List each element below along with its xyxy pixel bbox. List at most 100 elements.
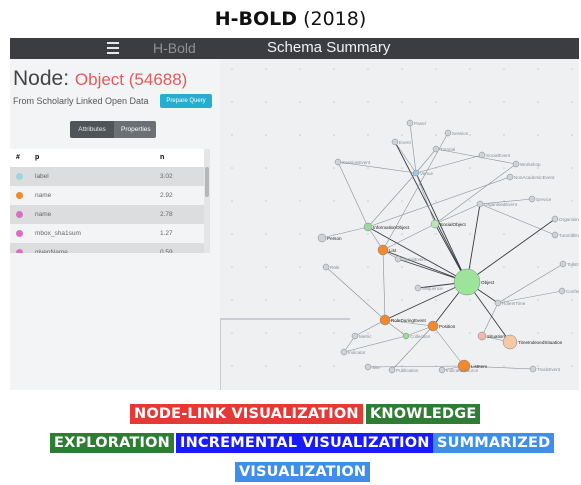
graph-node-label: Role — [330, 265, 340, 270]
graph-node[interactable] — [394, 255, 402, 263]
graph-node[interactable] — [322, 263, 330, 271]
graph-node[interactable] — [377, 244, 389, 256]
tag-summarized: SUMMARIZED — [433, 433, 555, 453]
graph-edge — [434, 163, 517, 225]
graph-node-label: Sequence — [422, 286, 443, 291]
column-p: p — [35, 154, 40, 161]
graph-node[interactable] — [430, 219, 440, 229]
graph-node[interactable] — [391, 138, 399, 146]
graph-node-label: Person — [327, 236, 342, 241]
graph-node-label: OrganisingRole — [559, 217, 579, 222]
row-p: name — [35, 211, 52, 218]
row-n: 0.59 — [160, 249, 173, 253]
graph-node[interactable] — [432, 145, 440, 153]
graph-edge — [415, 148, 437, 174]
graph-node[interactable] — [494, 299, 502, 307]
node-class-value: Object (54688) — [74, 70, 188, 89]
attribute-table: label 3.02 name 2.92 name 2.78 mbox_sha1sum 1.2… — [10, 167, 206, 253]
graph-node[interactable] — [529, 365, 537, 373]
node-label: Node: — [13, 67, 70, 90]
node-detail-panel: Node: Object (54688) From Scholarly Link… — [10, 59, 220, 390]
graph-node[interactable] — [334, 158, 342, 166]
graph-node[interactable] — [406, 119, 414, 127]
type-dot-icon — [16, 192, 23, 199]
graph-node-label: RoleDuringEvent — [391, 318, 426, 323]
graph-node[interactable] — [453, 268, 481, 296]
node-heading: Node: Object (54688) — [13, 67, 187, 91]
app-brand[interactable]: H-Bold — [153, 40, 196, 56]
graph-node[interactable] — [506, 173, 514, 181]
graph-node-label: SocialEvent — [486, 153, 511, 158]
graph-node[interactable] — [351, 332, 359, 340]
row-p: label — [35, 173, 49, 180]
graph-node[interactable] — [340, 348, 348, 356]
graph-node[interactable] — [388, 366, 396, 374]
table-row[interactable]: givenName 0.59 — [10, 243, 206, 253]
graph-edge — [367, 365, 465, 368]
graph-node[interactable] — [551, 215, 559, 223]
graph-node[interactable] — [363, 222, 373, 232]
table-scrollbar[interactable] — [204, 149, 210, 253]
schema-graph-canvas[interactable]: Panel Session Event Tutorial SocialEvent Work… — [219, 59, 579, 390]
graph-node[interactable] — [502, 334, 518, 350]
graph-node[interactable] — [559, 260, 567, 268]
app-screenshot: H-Bold Schema Summary Node: Object (5468… — [10, 38, 579, 390]
graph-node-label: Workshop — [520, 162, 541, 167]
graph-node[interactable] — [477, 331, 487, 341]
prepare-query-button[interactable]: Prepare Query — [160, 94, 212, 108]
graph-edge — [481, 302, 499, 337]
tag-incremental: INCREMENTAL VISUALIZATION — [176, 433, 434, 453]
tag-visualization: VISUALIZATION — [235, 462, 371, 482]
hamburger-menu-icon[interactable] — [107, 42, 119, 54]
graph-edge — [337, 161, 369, 228]
tag-node-link: NODE-LINK VISUALIZATION — [130, 404, 363, 424]
graph-node[interactable] — [414, 284, 422, 292]
type-dot-icon — [16, 249, 23, 253]
graph-node[interactable] — [528, 195, 536, 203]
graph-node-label: OrganisedEvent — [484, 202, 518, 207]
graph-node-label: SessionEvent — [342, 160, 371, 165]
graph-node-label: TutorialEvent — [559, 233, 579, 238]
table-row[interactable]: label 3.02 — [10, 167, 206, 186]
tab-properties[interactable]: Properties — [114, 121, 156, 138]
graph-node[interactable] — [476, 200, 484, 208]
graph-node[interactable] — [512, 160, 520, 168]
graph-node[interactable] — [379, 314, 391, 326]
schema-graph[interactable]: PanelSessionEventTutorialSocialEventWork… — [219, 59, 579, 390]
graph-node[interactable] — [558, 287, 566, 295]
graph-node-label: Object — [481, 280, 495, 285]
graph-node[interactable] — [444, 129, 452, 137]
graph-node-label: Publication — [396, 368, 419, 373]
table-row[interactable]: name 2.78 — [10, 205, 206, 224]
row-n: 2.78 — [160, 211, 173, 218]
graph-node[interactable] — [478, 151, 486, 159]
type-dot-icon — [16, 230, 23, 237]
graph-node-label: RoleInTime — [502, 301, 526, 306]
tag-exploration: EXPLORATION — [50, 433, 174, 453]
graph-node-label: ConferenceEvent — [566, 289, 579, 294]
graph-node-label: Venue — [420, 171, 433, 176]
graph-node-label: Event — [399, 140, 411, 145]
table-header: # p n — [10, 149, 206, 167]
tab-attributes[interactable]: Attributes — [70, 121, 114, 138]
table-row[interactable]: mbox_sha1sum 1.27 — [10, 224, 206, 243]
graph-node-label: NonAcademicEvent — [514, 175, 555, 180]
panel-tabs: Attributes Properties — [70, 121, 156, 138]
row-p: givenName — [35, 249, 68, 253]
table-row[interactable]: name 2.92 — [10, 186, 206, 205]
graph-edge — [367, 172, 417, 228]
graph-node[interactable] — [402, 332, 410, 340]
view-title: Schema Summary — [267, 39, 391, 56]
row-p: name — [35, 192, 52, 199]
row-n: 2.92 — [160, 192, 173, 199]
graph-node[interactable] — [317, 233, 327, 243]
graph-node-label: Metric — [359, 334, 372, 339]
graph-node[interactable] — [364, 363, 372, 371]
graph-node-label: Tutorial — [440, 147, 455, 152]
graph-node[interactable] — [551, 231, 559, 239]
graph-node[interactable] — [438, 366, 446, 374]
graph-node-label: IndicatorSource — [446, 368, 479, 373]
row-n: 1.27 — [160, 230, 173, 237]
graph-node[interactable] — [427, 320, 439, 332]
graph-node[interactable] — [412, 169, 420, 177]
